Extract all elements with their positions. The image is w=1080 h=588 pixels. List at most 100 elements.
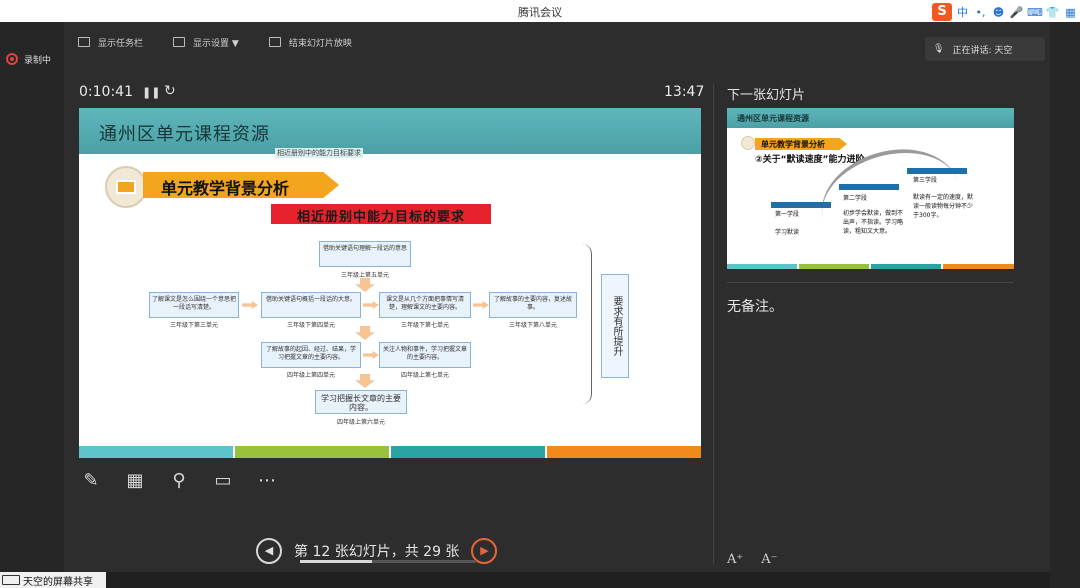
thumb-strip-4 [943, 264, 1014, 269]
elapsed-time: 0:10:41 [79, 84, 133, 100]
record-icon [6, 53, 18, 65]
thumb-title: 通州区单元课程资源 [737, 113, 809, 123]
stage-step-3 [907, 168, 967, 174]
flow-caption-8: 四年级上第六单元 [336, 419, 385, 426]
flow-caption-2: 三年级下第三单元 [169, 322, 218, 329]
color-strip-3 [391, 446, 545, 458]
video-icon [105, 166, 147, 208]
recording-label: 录制中 [24, 55, 52, 66]
screen-share-icon [2, 575, 20, 585]
current-time: 13:47 [664, 84, 705, 100]
stage-2-name: 第二学段 [843, 195, 868, 202]
settings-icon [173, 37, 186, 47]
sogou-logo[interactable]: S [932, 3, 952, 21]
stage-1-name: 第一学段 [775, 211, 800, 218]
thumb-strip-2 [799, 264, 869, 269]
previous-slide-button[interactable]: ◀ [256, 538, 282, 564]
flow-caption-1: 三年级上第五单元 [340, 272, 389, 279]
flow-box-4: 课文是从几个方面把事情写清楚，理解课文的主要内容。 [379, 292, 471, 318]
stage-step-1 [771, 202, 831, 208]
down-arrow-1 [355, 278, 375, 292]
slide-counter: 第 12 张幻灯片，共 29 张 [294, 544, 460, 560]
window-title: 腾讯会议 [518, 6, 562, 19]
ime-skin-icon[interactable]: 👕 [1045, 6, 1060, 19]
pen-icon[interactable]: ✎ [79, 469, 103, 493]
requirement-title: 相近册别中能力目标的要求 [296, 210, 465, 225]
color-strip-2 [235, 446, 389, 458]
color-strip-4 [547, 446, 701, 458]
end-slideshow-button[interactable]: 结束幻灯片放映 [268, 34, 352, 50]
slide-progress-bar [300, 560, 476, 563]
show-taskbar-button[interactable]: 显示任务栏 [78, 34, 143, 50]
right-arrow-2 [363, 301, 379, 309]
panel-divider [713, 84, 714, 564]
flow-box-2: 了解课文是怎么围绕一个意思把一段话写清楚。 [149, 292, 239, 318]
stage-1-desc: 学习默读 [775, 229, 800, 236]
ime-mode[interactable]: 中 [955, 4, 970, 20]
ime-emoji-icon[interactable]: ☻ [991, 6, 1006, 19]
flow-box-7: 关注人物和事件，学习把握文章的主要内容。 [379, 342, 471, 368]
mic-icon: 🎙 [933, 44, 945, 54]
flow-box-5: 了解故事的主要内容，复述故事。 [489, 292, 577, 318]
flow-caption-4: 三年级下第七单元 [400, 322, 449, 329]
right-arrow-3 [473, 301, 489, 309]
screen-icon[interactable]: ▭ [211, 469, 235, 493]
layout-icon[interactable]: ▦ [123, 469, 147, 493]
screen-share-label: 天空的屏幕共享 [23, 576, 93, 588]
slide-tools: ✎ ▦ ⚲ ▭ ⋯ [79, 467, 279, 495]
restart-timer-button[interactable]: ↻ [164, 83, 176, 99]
thumb-subtitle: ②关于“默读速度”能力进阶 [755, 155, 865, 165]
flow-box-6: 了解故事的起因、经过、结果，学习把握文章的主要内容。 [261, 342, 361, 368]
display-settings-label: 显示设置 ▼ [193, 38, 239, 49]
speaker-label: 正在讲话: 天空 [952, 45, 1013, 56]
slide-progress-fill [300, 560, 373, 563]
thumb-section-title: 单元教学背景分析 [761, 140, 825, 149]
end-slideshow-label: 结束幻灯片放映 [288, 38, 352, 49]
flow-box-8: 学习把握长文章的主要内容。 [315, 390, 407, 414]
display-settings-button[interactable]: 显示设置 ▼ [173, 34, 239, 50]
flow-box-3: 借助关键语句概括一段话的大意。 [261, 292, 361, 318]
stage-2-desc: 初步学会默读，做到不出声，不指读。学习略读，粗知文大意。 [843, 210, 904, 235]
speaker-notes: 无备注。 [727, 299, 783, 315]
left-strip [0, 22, 64, 588]
flow-box-1: 借助关键语句理解一段话的意思 [319, 241, 411, 267]
section-title: 单元教学背景分析 [161, 179, 290, 198]
slide-subnote: 相近册别中的能力目标要求 [275, 148, 363, 158]
slide-header-title: 通州区单元课程资源 [99, 124, 270, 145]
notes-font-controls: A⁺ A⁻ [727, 552, 778, 567]
right-brace [582, 244, 592, 404]
ime-toolbar[interactable]: S 中 •, ☻ 🎤 ⌨ 👕 ▦ [932, 2, 1078, 22]
pause-button[interactable]: ❚❚ [142, 86, 160, 99]
stage-3-name: 第三学段 [913, 177, 938, 184]
thumb-video-icon [741, 136, 755, 150]
stage-step-2 [839, 184, 899, 190]
flow-caption-7: 四年级上第七单元 [400, 372, 449, 379]
decrease-font-button[interactable]: A⁻ [761, 552, 777, 567]
next-slide-heading: 下一张幻灯片 [727, 88, 806, 103]
thumb-strip-3 [871, 264, 941, 269]
next-slide-thumbnail[interactable]: 通州区单元课程资源 单元教学背景分析 ②关于“默读速度”能力进阶 第一学段 学习… [727, 108, 1014, 269]
increase-font-button[interactable]: A⁺ [727, 552, 743, 567]
ime-voice-icon[interactable]: 🎤 [1009, 6, 1024, 19]
stage-3-desc: 默读有一定的速度，默读一般读物每分钟不少于300字。 [913, 194, 974, 219]
more-icon[interactable]: ⋯ [255, 469, 279, 493]
search-icon[interactable]: ⚲ [167, 469, 191, 493]
flow-caption-6: 四年级上第四单元 [286, 372, 335, 379]
goal-box: 要求有所提升 [601, 274, 629, 378]
color-strip-1 [79, 446, 233, 458]
ime-grid-icon[interactable]: ▦ [1063, 6, 1078, 19]
thumb-strip-1 [727, 264, 797, 269]
end-show-icon [268, 37, 281, 47]
flow-caption-3: 三年级下第四单元 [286, 322, 335, 329]
current-slide: 通州区单元课程资源 相近册别中的能力目标要求 单元教学背景分析 相近册别中能力目… [79, 108, 701, 458]
right-arrow-1 [242, 301, 258, 309]
flow-caption-5: 三年级下第八单元 [508, 322, 557, 329]
right-strip [1050, 22, 1080, 588]
ime-punct[interactable]: •, [973, 6, 988, 19]
ime-keyboard-icon[interactable]: ⌨ [1027, 6, 1043, 19]
presenter-toolbar: 显示任务栏 显示设置 ▼ 结束幻灯片放映 [78, 34, 352, 50]
show-taskbar-label: 显示任务栏 [98, 38, 144, 49]
screen-share-badge[interactable]: 天空的屏幕共享 [0, 572, 106, 588]
speaker-indicator: 🎙 正在讲话: 天空 [925, 37, 1045, 61]
recording-indicator[interactable]: 录制中 [6, 51, 51, 67]
